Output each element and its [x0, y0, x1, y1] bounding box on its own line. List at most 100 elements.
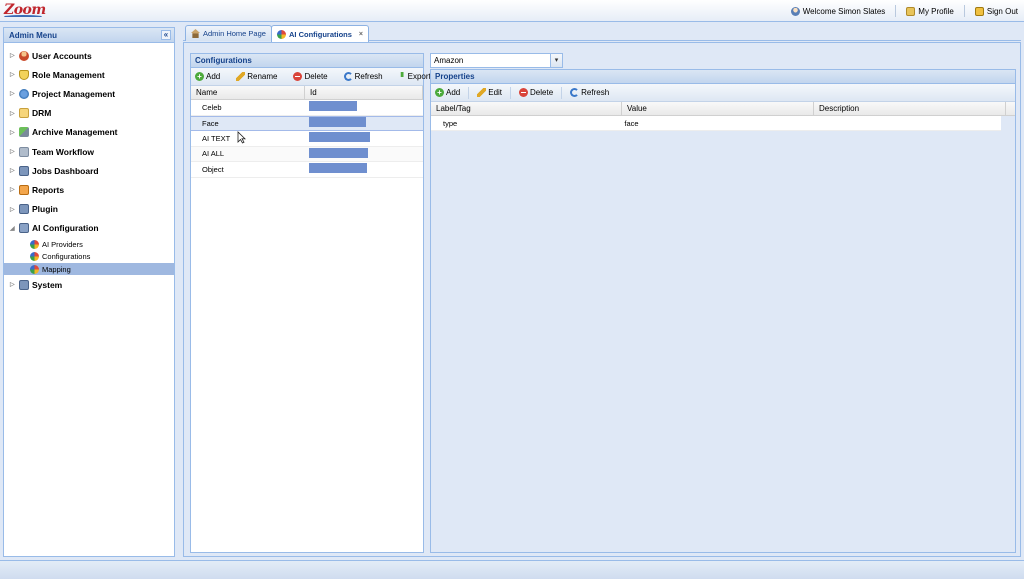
sign-out-label: Sign Out	[986, 6, 1018, 16]
submenu-item-mapping[interactable]: Mapping	[4, 262, 174, 276]
table-row[interactable]: Object	[191, 162, 423, 178]
toolbar-separator	[468, 86, 470, 99]
provider-select[interactable]: Amazon ▾	[430, 53, 563, 68]
configurations-grid-header: Name Id	[191, 86, 423, 100]
shield-icon	[19, 69, 29, 80]
close-tab-icon[interactable]: ×	[359, 31, 363, 38]
menu-item-role-management[interactable]: ▷ Role Management	[4, 65, 174, 84]
property-label: type	[443, 118, 458, 128]
menu-item-reports[interactable]: ▷ Reports	[4, 180, 174, 199]
add-label: Add	[446, 88, 461, 97]
expand-arrow-icon[interactable]: ▷	[10, 52, 17, 59]
tab-label: Admin Home Page	[203, 29, 266, 38]
tab-bar: Admin Home Page AI Configurations ×	[183, 24, 1021, 42]
top-header: Zoom Welcome Simon Slates My Profile Sig…	[0, 0, 1024, 22]
globe-icon	[277, 29, 286, 39]
row-name: AI TEXT	[202, 133, 231, 143]
expand-arrow-icon[interactable]: ▷	[10, 186, 17, 193]
refresh-icon	[343, 72, 353, 81]
admin-menu-header: Admin Menu «	[4, 28, 174, 43]
sign-out-link[interactable]: Sign Out	[974, 6, 1018, 16]
configurations-toolbar: + Add Rename Delete Refresh Export	[191, 68, 431, 86]
menu-item-label: DRM	[32, 108, 52, 119]
redacted-id	[309, 132, 370, 143]
column-header-value[interactable]: Value	[622, 102, 814, 115]
column-header-id[interactable]: Id	[305, 86, 423, 99]
main-content: Configurations + Add Rename Delete Refre…	[183, 42, 1021, 557]
edit-property-button[interactable]: Edit	[477, 88, 502, 97]
export-label: Export	[407, 72, 431, 81]
admin-menu-title: Admin Menu	[9, 31, 57, 40]
table-row[interactable]: Celeb	[191, 100, 423, 116]
zoom-logo: Zoom	[4, 2, 46, 18]
globe-icon	[19, 88, 29, 99]
mouse-cursor-icon	[237, 131, 246, 144]
delete-configuration-button[interactable]: Delete	[293, 72, 328, 81]
rename-configuration-button[interactable]: Rename	[236, 72, 277, 81]
home-icon	[191, 29, 200, 38]
collapse-panel-button[interactable]: «	[161, 30, 171, 40]
menu-item-label: User Accounts	[32, 50, 92, 61]
menu-item-user-accounts[interactable]: ▷ User Accounts	[4, 46, 174, 65]
tab-label: AI Configurations	[289, 29, 352, 39]
tab-ai-configurations[interactable]: AI Configurations ×	[271, 25, 370, 42]
my-profile-link[interactable]: My Profile	[906, 6, 954, 16]
menu-item-team-workflow[interactable]: ▷ Team Workflow	[4, 142, 174, 161]
refresh-configurations-button[interactable]: Refresh	[343, 72, 383, 81]
menu-item-label: Reports	[32, 184, 65, 195]
expand-arrow-icon[interactable]: ▷	[10, 110, 17, 117]
add-icon: +	[435, 88, 444, 97]
submenu-item-label: Mapping	[42, 264, 71, 274]
column-header-description[interactable]: Description	[814, 102, 1006, 115]
delete-property-button[interactable]: Delete	[519, 88, 553, 97]
logo-swoosh	[4, 15, 42, 18]
menu-item-project-management[interactable]: ▷ Project Management	[4, 84, 174, 103]
refresh-label: Refresh	[581, 88, 610, 97]
menu-item-label: AI Configuration	[32, 223, 99, 234]
user-icon	[790, 6, 800, 16]
admin-menu-tree: ▷ User Accounts ▷ Role Management ▷ Proj…	[4, 43, 174, 295]
column-header-label-tag[interactable]: Label/Tag	[431, 102, 622, 115]
add-configuration-button[interactable]: + Add	[195, 72, 220, 81]
menu-item-drm[interactable]: ▷ DRM	[4, 104, 174, 123]
user-icon	[19, 50, 29, 61]
add-icon: +	[195, 72, 204, 81]
menu-item-jobs-dashboard[interactable]: ▷ Jobs Dashboard	[4, 161, 174, 180]
refresh-properties-button[interactable]: Refresh	[570, 88, 609, 97]
refresh-icon	[570, 88, 580, 97]
menu-item-system[interactable]: ▷ System	[4, 275, 174, 294]
menu-item-ai-configuration[interactable]: ◢ AI Configuration	[4, 219, 174, 238]
row-name: AI ALL	[202, 149, 225, 159]
expand-arrow-icon[interactable]: ▷	[10, 281, 17, 288]
delete-icon	[293, 72, 303, 81]
table-row[interactable]: type face	[431, 116, 1001, 131]
properties-panel: Properties + Add Edit Delete Refresh Lab…	[430, 69, 1016, 553]
toolbar-separator	[561, 86, 563, 99]
collapse-arrow-icon[interactable]: ◢	[10, 225, 17, 232]
expand-arrow-icon[interactable]: ▷	[10, 90, 17, 97]
tab-admin-home-page[interactable]: Admin Home Page	[185, 25, 272, 41]
table-row[interactable]: AI TEXT	[191, 131, 423, 147]
menu-item-archive-management[interactable]: ▷ Archive Management	[4, 123, 174, 142]
expand-arrow-icon[interactable]: ▷	[10, 167, 17, 174]
add-property-button[interactable]: + Add	[435, 88, 460, 97]
expand-arrow-icon[interactable]: ▷	[10, 71, 17, 78]
submenu-item-configurations[interactable]: Configurations	[4, 250, 174, 263]
submenu-item-ai-providers[interactable]: AI Providers	[4, 238, 174, 251]
expand-arrow-icon[interactable]: ▷	[10, 148, 17, 155]
row-name: Celeb	[202, 102, 222, 112]
table-row-selected[interactable]: Face	[191, 115, 423, 131]
export-configurations-button[interactable]: Export	[398, 72, 431, 81]
column-header-name[interactable]: Name	[191, 86, 305, 99]
chevron-down-icon[interactable]: ▾	[550, 54, 562, 67]
menu-item-plugin[interactable]: ▷ Plugin	[4, 200, 174, 219]
globe-icon	[30, 252, 39, 262]
expand-arrow-icon[interactable]: ▷	[10, 206, 17, 213]
welcome-user[interactable]: Welcome Simon Slates	[790, 6, 885, 16]
status-bar	[0, 560, 1024, 579]
properties-grid-header: Label/Tag Value Description	[431, 102, 1015, 116]
globe-icon	[30, 264, 39, 274]
expand-arrow-icon[interactable]: ▷	[10, 129, 17, 136]
header-divider	[895, 5, 897, 17]
table-row[interactable]: AI ALL	[191, 146, 423, 162]
